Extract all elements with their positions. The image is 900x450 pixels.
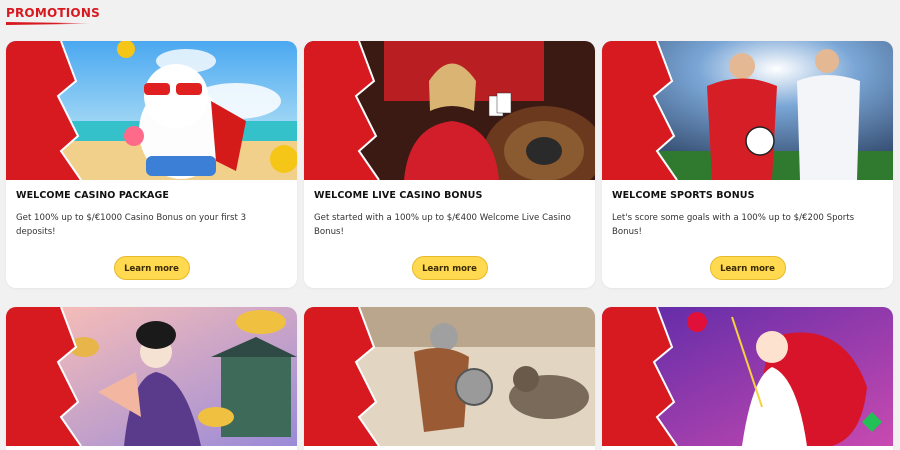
card-description: Get started with a 100% up to $/€400 Wel… [314, 213, 571, 237]
promo-card-anime[interactable] [602, 307, 893, 450]
promo-card-casino[interactable]: WELCOME CASINO PACKAGE Get 100% up to $/… [6, 41, 297, 288]
promo-card-gladiator[interactable] [304, 307, 595, 450]
promo-card-geisha[interactable] [6, 307, 297, 450]
page-header: PROMOTIONS [6, 6, 100, 25]
casino-cat-banner-image[interactable] [6, 41, 297, 180]
card-title: WELCOME LIVE CASINO BONUS [314, 190, 483, 201]
page-title: PROMOTIONS [6, 6, 100, 20]
card-description: Get 100% up to $/€1000 Casino Bonus on y… [16, 213, 247, 237]
learn-more-button[interactable]: Learn more [709, 256, 786, 280]
title-underline [6, 22, 90, 25]
learn-more-button[interactable]: Learn more [411, 256, 488, 280]
live-casino-dealer-banner-image[interactable] [304, 41, 595, 180]
sports-football-players-banner-image[interactable] [602, 41, 893, 180]
promotions-page: PROMOTIONS WELCOME CASINO PACKAGE Get 10… [0, 0, 900, 450]
gladiator-arena-banner-image[interactable] [304, 307, 595, 446]
card-title: WELCOME SPORTS BONUS [612, 190, 755, 201]
card-title: WELCOME CASINO PACKAGE [16, 190, 169, 201]
promo-card-live-casino[interactable]: WELCOME LIVE CASINO BONUS Get started wi… [304, 41, 595, 288]
card-description: Let's score some goals with a 100% up to… [612, 213, 855, 237]
anime-girl-banner-image[interactable] [602, 307, 893, 446]
promo-card-sports[interactable]: WELCOME SPORTS BONUS Let's score some go… [602, 41, 893, 288]
learn-more-button[interactable]: Learn more [113, 256, 190, 280]
geisha-banner-image[interactable] [6, 307, 297, 446]
